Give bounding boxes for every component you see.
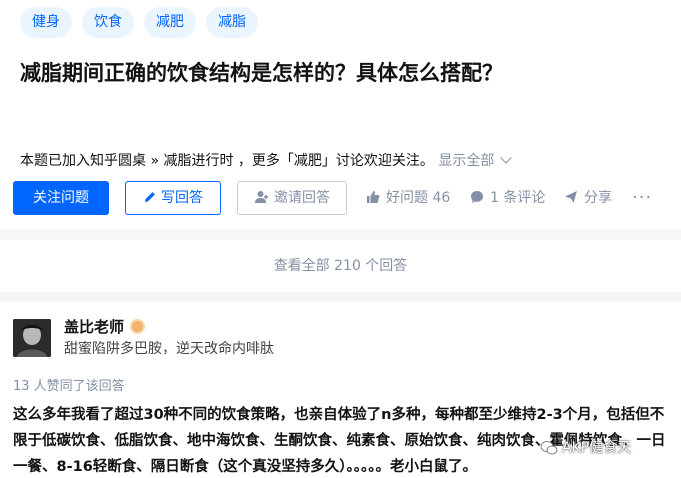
write-answer-button[interactable]: 写回答 xyxy=(125,181,221,215)
view-all-answers-label: 查看全部 210 个回答 xyxy=(273,258,408,274)
view-all-answers-button[interactable]: 查看全部 210 个回答 xyxy=(0,240,681,292)
good-question-label: 好问题 46 xyxy=(386,190,451,206)
topic-tag[interactable]: 饮食 xyxy=(82,7,134,38)
invite-answer-button[interactable]: 邀请回答 xyxy=(237,181,347,215)
pencil-icon xyxy=(145,192,155,202)
follow-question-label: 关注问题 xyxy=(33,190,89,206)
avatar[interactable] xyxy=(13,319,51,357)
show-all-label: 显示全部 xyxy=(438,153,495,169)
more-actions-button[interactable]: ··· xyxy=(632,181,652,215)
watermark-text: AKP健食天 xyxy=(562,440,632,456)
topic-list: 健身 饮食 减肥 减脂 xyxy=(20,7,258,38)
show-all-button[interactable]: 显示全部 xyxy=(438,152,513,169)
verified-badge-icon xyxy=(130,319,145,334)
question-description-text: 本题已加入知乎圆桌 » 减脂进行时 ，更多「减肥」讨论欢迎关注。 xyxy=(20,153,434,169)
write-answer-label: 写回答 xyxy=(161,190,203,206)
share-plane-icon xyxy=(565,191,577,203)
share-button[interactable]: 分享 xyxy=(564,181,612,215)
good-question-button[interactable]: 好问题 46 xyxy=(366,181,450,215)
author-name[interactable]: 盖比老师 xyxy=(64,316,124,337)
thumbs-up-icon xyxy=(367,191,380,203)
vote-count: 13 人赞同了该回答 xyxy=(13,379,125,394)
question-description: 本题已加入知乎圆桌 » 减脂进行时 ，更多「减肥」讨论欢迎关注。 显示全部 xyxy=(20,151,513,171)
avatar-image xyxy=(13,319,51,357)
topic-tag[interactable]: 减脂 xyxy=(206,7,258,38)
author-bio: 甜蜜陷阱多巴胺，逆天改命内啡肽 xyxy=(64,341,274,357)
comment-bubble-icon xyxy=(471,191,483,203)
watermark: AKP健食天 xyxy=(540,437,631,457)
question-card: 健身 饮食 减肥 减脂 减脂期间正确的饮食结构是怎样的？具体怎么搭配？ 本题已加… xyxy=(0,0,681,230)
question-title[interactable]: 减脂期间正确的饮食结构是怎样的？具体怎么搭配？ xyxy=(20,58,660,88)
chevron-down-icon xyxy=(500,152,513,164)
follow-question-button[interactable]: 关注问题 xyxy=(13,181,109,215)
invite-user-icon xyxy=(255,191,268,203)
comment-label: 1 条评论 xyxy=(490,190,546,206)
invite-answer-label: 邀请回答 xyxy=(274,190,330,206)
wechat-icon xyxy=(540,441,558,455)
topic-tag[interactable]: 减肥 xyxy=(144,7,196,38)
comment-button[interactable]: 1 条评论 xyxy=(470,181,545,215)
share-label: 分享 xyxy=(584,190,612,206)
topic-tag[interactable]: 健身 xyxy=(20,7,72,38)
